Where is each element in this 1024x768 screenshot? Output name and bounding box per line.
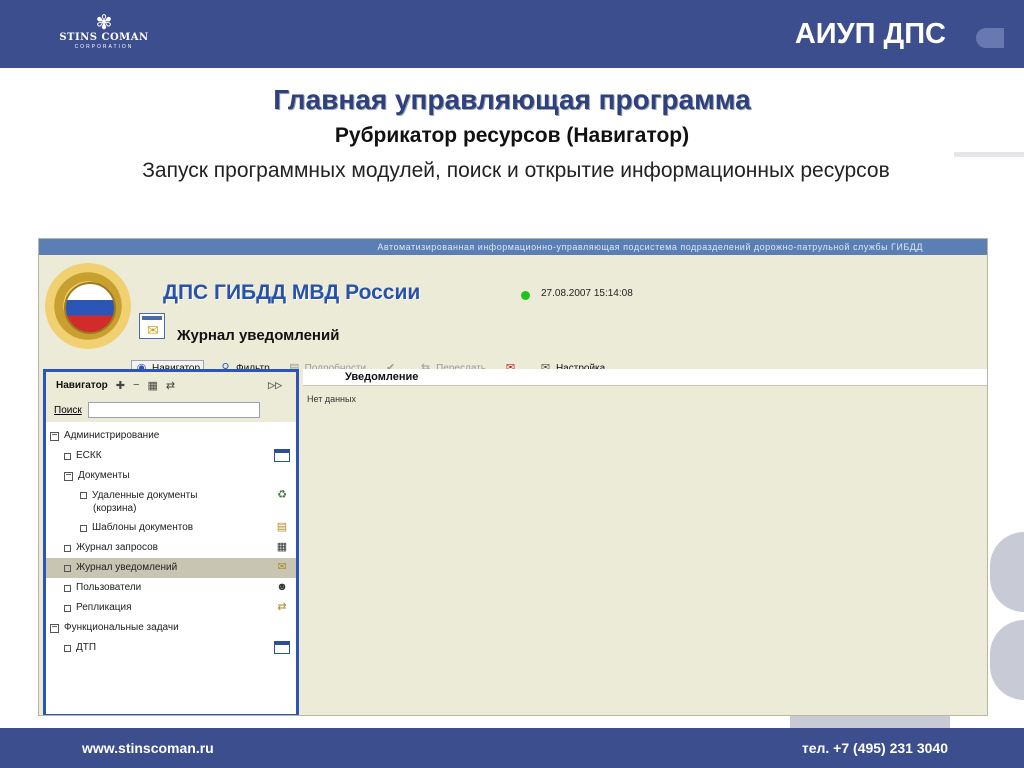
tree-item-deleted-documents[interactable]: Удаленные документы (корзина) ♻ (46, 486, 296, 518)
slide-description: Запуск программных модулей, поиск и откр… (142, 159, 890, 182)
decorative-shape (990, 532, 1024, 612)
template-icon: ▤ (276, 521, 288, 533)
window-icon (274, 449, 290, 462)
users-icon: ☻ (276, 581, 288, 593)
navigator-title: Навигатор (56, 379, 108, 391)
footer-website[interactable]: www.stinscoman.ru (82, 740, 214, 756)
slide-header: ✾ STINS COMAN CORPORATION АИУП ДПС (0, 0, 1024, 68)
online-status-icon (521, 291, 530, 300)
column-header-notification[interactable]: Уведомление (303, 369, 987, 386)
notifications-icon: ✉ (277, 561, 287, 573)
app-header: ДПС ГИБДД МВД России 27.08.2007 15:14:08… (39, 255, 987, 377)
replication-icon: ⇄ (277, 601, 287, 613)
gibdd-emblem-icon (45, 263, 131, 349)
tree-item-eskk[interactable]: ЕСКК (46, 446, 296, 466)
search-input[interactable] (87, 402, 260, 418)
checkbox[interactable] (64, 584, 71, 592)
app-name: ДПС ГИБДД МВД России (163, 281, 421, 304)
collapse-toggle-icon[interactable]: − (50, 430, 59, 441)
stins-coman-logo: ✾ STINS COMAN CORPORATION (58, 12, 150, 50)
collapse-panel-icon[interactable]: ▷▷ (268, 380, 282, 391)
search-row: Поиск (46, 398, 296, 422)
window-icon (274, 641, 290, 654)
tree-item-documents[interactable]: − Документы (46, 466, 296, 486)
navigator-header: Навигатор ✚ − ▦ ⇄ ▷▷ (46, 372, 296, 398)
navigator-panel: Навигатор ✚ − ▦ ⇄ ▷▷ Поиск − Администриро… (43, 369, 299, 715)
tree-item-templates[interactable]: Шаблоны документов ▤ (46, 518, 296, 538)
collapse-toggle-icon[interactable]: − (64, 470, 73, 481)
logo-subtitle: CORPORATION (74, 44, 134, 50)
tree-item-replication[interactable]: Репликация ⇄ (46, 598, 296, 618)
datetime: 27.08.2007 15:14:08 (541, 288, 633, 299)
checkbox[interactable] (80, 524, 87, 532)
decorative-line (954, 152, 1024, 157)
tree-item-notifications-journal[interactable]: Журнал уведомлений ✉ (46, 558, 296, 578)
logo-name: STINS COMAN (59, 32, 149, 43)
properties-icon[interactable]: ▦ (147, 379, 157, 392)
checkbox[interactable] (64, 644, 71, 652)
app-titlebar: Автоматизированная информационно-управля… (39, 239, 987, 255)
tree-item-administration[interactable]: − Администрирование (46, 426, 296, 446)
checkbox[interactable] (80, 492, 87, 499)
tree-item-requests-journal[interactable]: Журнал запросов ▦ (46, 538, 296, 558)
tree-item-functional-tasks[interactable]: − Функциональные задачи (46, 618, 296, 638)
brand-title: АИУП ДПС (794, 18, 946, 50)
tree-item-dtp[interactable]: ДТП (46, 638, 296, 658)
notifications-journal-icon (139, 313, 165, 339)
content-area: Уведомление Нет данных (303, 369, 987, 715)
empty-state-text: Нет данных (307, 394, 356, 404)
requests-icon: ▦ (276, 541, 288, 553)
header-accent-shape (976, 28, 1004, 48)
tree-item-sublabel: (корзина) (93, 503, 137, 515)
checkbox[interactable] (64, 604, 71, 612)
tree-item-users[interactable]: Пользователи ☻ (46, 578, 296, 598)
checkbox[interactable] (64, 564, 71, 572)
footer-phone: тел. +7 (495) 231 3040 (801, 740, 948, 756)
logo-emblem-icon: ✾ (95, 12, 113, 34)
recycle-icon: ♻ (277, 489, 287, 501)
decorative-shape (990, 620, 1024, 700)
search-label: Поиск (54, 404, 82, 416)
slide-subtitle: Рубрикатор ресурсов (Навигатор) (334, 124, 690, 147)
slide-footer: www.stinscoman.ru тел. +7 (495) 231 3040 (0, 728, 1024, 768)
checkbox[interactable] (64, 452, 71, 460)
app-window: Автоматизированная информационно-управля… (38, 238, 988, 716)
module-title: Журнал уведомлений (177, 327, 340, 344)
remove-icon[interactable]: − (133, 379, 139, 391)
checkbox[interactable] (64, 544, 71, 552)
sync-icon[interactable]: ⇄ (166, 379, 175, 392)
collapse-toggle-icon[interactable]: − (50, 622, 59, 633)
navigator-tree: − Администрирование ЕСКК − Документы Удале… (46, 422, 296, 658)
slide-title: Главная управляющая программа (273, 84, 751, 115)
add-icon[interactable]: ✚ (116, 379, 125, 392)
